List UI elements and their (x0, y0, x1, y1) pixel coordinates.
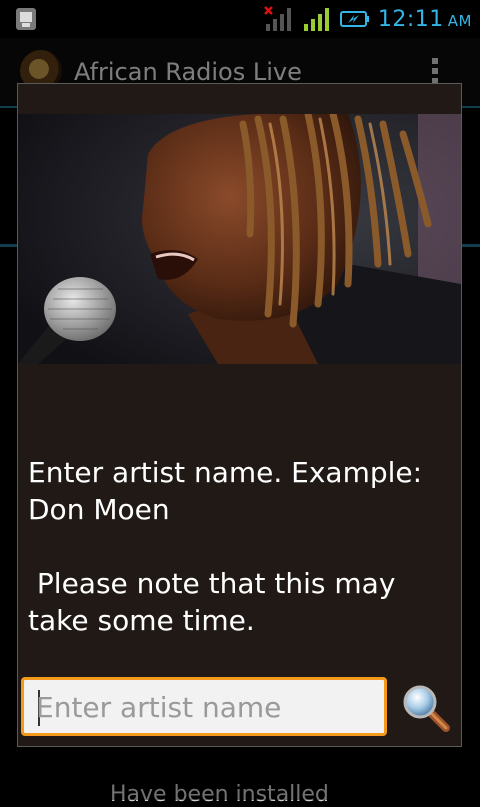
singer-photo (18, 114, 461, 364)
artist-name-input[interactable] (36, 686, 374, 728)
search-artist-dialog: Enter artist name. Example: Don Moen Ple… (17, 83, 462, 747)
status-bar: 12:11 AM (0, 0, 480, 38)
search-icon[interactable] (400, 682, 452, 734)
signal-icon (303, 8, 329, 31)
clock: 12:11 AM (377, 6, 472, 32)
artist-name-input-box[interactable] (21, 677, 387, 736)
no-signal-icon (264, 6, 291, 31)
dialog-message: Enter artist name. Example: Don Moen Ple… (28, 456, 423, 637)
battery-charging-icon (339, 11, 369, 27)
android-debug-icon (16, 8, 36, 30)
